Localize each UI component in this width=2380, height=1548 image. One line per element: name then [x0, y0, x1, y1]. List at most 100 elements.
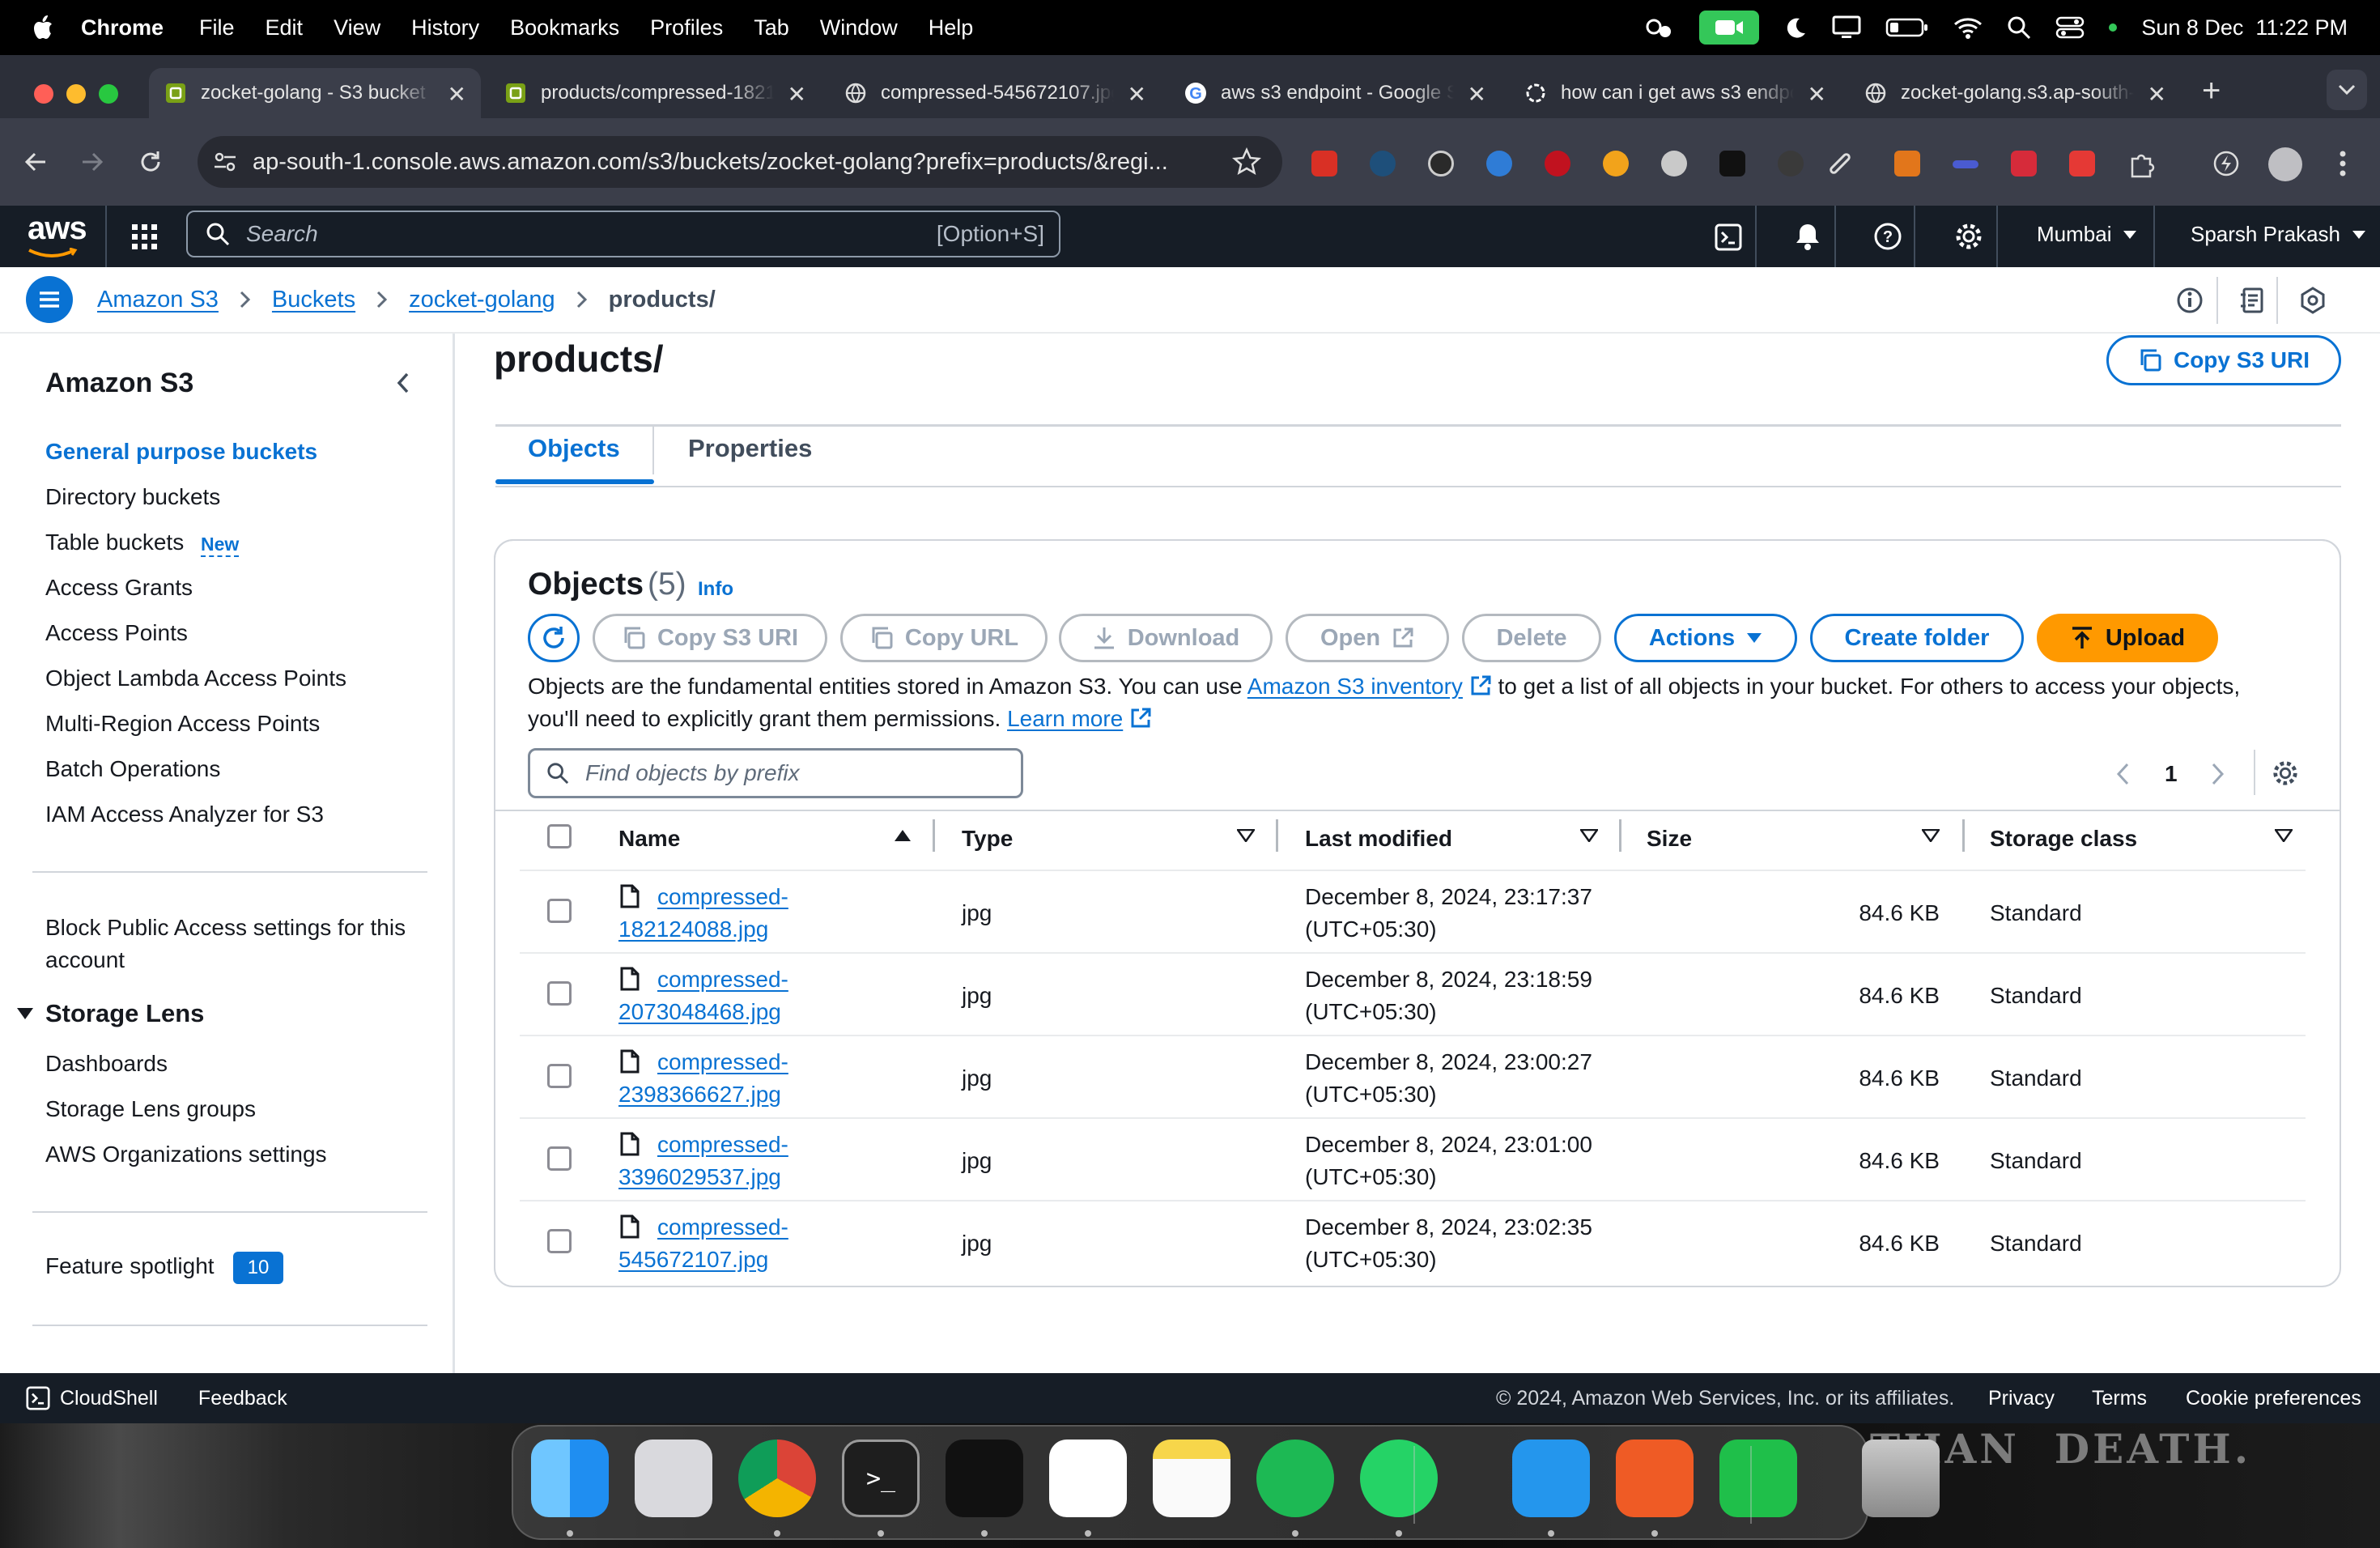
column-header-storage-class[interactable]: Storage class [1990, 826, 2137, 852]
cookie-preferences-link[interactable]: Cookie preferences [2186, 1387, 2361, 1410]
vscode-icon[interactable] [1049, 1440, 1127, 1517]
extension-color-picker-icon[interactable] [1828, 151, 1852, 176]
sort-ascending-icon[interactable] [894, 829, 912, 842]
pagination-page-number[interactable]: 1 [2165, 761, 2178, 787]
reload-icon[interactable] [136, 147, 165, 176]
pagination-previous-icon[interactable] [2116, 763, 2129, 785]
extension-s2-icon[interactable] [2069, 151, 2095, 176]
sort-caret-down-icon[interactable] [1922, 829, 1940, 842]
info-link[interactable]: Info [698, 578, 733, 601]
tab-products-compressed[interactable]: products/compressed-182124088.jpg ✕ [489, 68, 821, 118]
cursor-icon[interactable] [946, 1440, 1023, 1517]
extension-stopwatch-icon[interactable] [1603, 151, 1629, 176]
extension-metamask-icon[interactable] [1894, 151, 1920, 176]
close-icon[interactable]: ✕ [2148, 81, 2166, 108]
breadcrumb-bucket-name[interactable]: zocket-golang [409, 287, 555, 313]
row-checkbox[interactable] [547, 1146, 572, 1171]
terminal-icon[interactable]: >_ [842, 1440, 920, 1517]
tab-search-icon[interactable] [2327, 70, 2367, 110]
bookmark-star-icon[interactable] [1232, 147, 1261, 176]
privacy-link[interactable]: Privacy [1988, 1387, 2055, 1410]
bell-icon[interactable] [1794, 222, 1821, 251]
sidebar-item-batch-operations[interactable]: Batch Operations [45, 756, 220, 782]
sidebar-item-general-purpose-buckets[interactable]: General purpose buckets [45, 439, 317, 465]
s3-inventory-link[interactable]: Amazon S3 inventory [1247, 674, 1463, 699]
column-header-type[interactable]: Type [962, 826, 1013, 852]
info-icon[interactable] [2176, 287, 2204, 314]
menu-bookmarks[interactable]: Bookmarks [510, 15, 619, 40]
spotlight-search-icon[interactable] [2007, 0, 2031, 55]
extension-line-icon[interactable] [1953, 160, 1978, 168]
profile-avatar[interactable] [2268, 147, 2302, 181]
breadcrumb-amazon-s3[interactable]: Amazon S3 [97, 287, 219, 313]
row-checkbox[interactable] [547, 1064, 572, 1088]
actions-dropdown-button[interactable]: Actions [1614, 614, 1797, 662]
sidebar-item-iam-access-analyzer[interactable]: IAM Access Analyzer for S3 [45, 802, 324, 827]
sidebar-item-multi-region[interactable]: Multi-Region Access Points [45, 711, 320, 737]
refresh-button[interactable] [528, 614, 580, 662]
table-preferences-gear-icon[interactable] [2272, 759, 2299, 787]
create-folder-button[interactable]: Create folder [1810, 614, 2024, 662]
sidebar-item-object-lambda[interactable]: Object Lambda Access Points [45, 666, 346, 691]
column-header-size[interactable]: Size [1647, 826, 1692, 852]
row-checkbox[interactable] [547, 1229, 572, 1253]
sort-caret-down-icon[interactable] [2275, 829, 2293, 842]
object-name-link[interactable]: 182124088.jpg [618, 913, 768, 946]
chrome-menu-icon[interactable] [2338, 149, 2348, 178]
copy-s3-uri-header-button[interactable]: Copy S3 URI [2106, 335, 2341, 385]
hamburger-menu-icon[interactable] [26, 276, 73, 323]
row-checkbox[interactable] [547, 981, 572, 1006]
tab-properties[interactable]: Properties [688, 434, 812, 463]
delete-button[interactable]: Delete [1462, 614, 1601, 662]
chrome-icon[interactable] [738, 1440, 816, 1517]
tab-s3-bucket[interactable]: zocket-golang - S3 bucket ✕ [149, 68, 481, 118]
account-menu[interactable]: Sparsh Prakash [2191, 222, 2366, 247]
tab-objects[interactable]: Objects [528, 434, 620, 463]
pagination-next-icon[interactable] [2212, 763, 2225, 785]
launchpad-icon[interactable] [635, 1440, 712, 1517]
menu-profiles[interactable]: Profiles [650, 15, 723, 40]
extension-react-icon[interactable] [1370, 151, 1396, 176]
column-header-name[interactable]: Name [618, 826, 680, 852]
display-icon[interactable] [1832, 0, 1861, 55]
object-name-link[interactable]: 2073048468.jpg [618, 996, 781, 1028]
cloudshell-footer-button[interactable]: CloudShell [26, 1386, 158, 1410]
sidebar-item-access-points[interactable]: Access Points [45, 620, 188, 646]
object-name-link[interactable]: compressed- [657, 1211, 788, 1244]
object-name-link[interactable]: compressed- [657, 1129, 788, 1161]
new-tab-icon[interactable]: + [2202, 73, 2221, 109]
extension-octotree-icon[interactable] [1778, 151, 1804, 176]
sort-caret-down-icon[interactable] [1237, 829, 1255, 842]
help-icon[interactable]: ? [1873, 222, 1902, 251]
select-all-checkbox[interactable] [547, 824, 572, 848]
row-checkbox[interactable] [547, 899, 572, 923]
upload-button[interactable]: Upload [2037, 614, 2218, 662]
close-icon[interactable]: ✕ [1468, 81, 1486, 108]
download-button[interactable]: Download [1059, 614, 1273, 662]
extension-timer-icon[interactable] [1428, 151, 1454, 176]
settings-gear-icon[interactable] [1954, 222, 1983, 251]
services-grid-icon[interactable] [131, 223, 159, 251]
aws-search-bar[interactable]: Search [Option+S] [186, 211, 1060, 257]
docker-icon[interactable] [1512, 1440, 1590, 1517]
menu-history[interactable]: History [411, 15, 479, 40]
site-settings-icon[interactable] [212, 149, 238, 175]
camera-in-use-icon[interactable] [1699, 0, 1760, 55]
object-name-link[interactable]: compressed- [657, 881, 788, 913]
forward-icon[interactable] [78, 147, 107, 176]
object-name-link[interactable]: 3396029537.jpg [618, 1161, 781, 1193]
cloudshell-icon[interactable] [1715, 223, 1742, 251]
extension-react-devtools-icon[interactable] [1311, 151, 1337, 176]
sort-caret-down-icon[interactable] [1580, 829, 1598, 842]
aws-logo[interactable]: aws [28, 211, 87, 247]
extension-lastpass-icon[interactable] [1486, 151, 1512, 176]
menu-help[interactable]: Help [929, 15, 974, 40]
sidebar-item-dashboards[interactable]: Dashboards [45, 1051, 168, 1077]
menu-tab[interactable]: Tab [754, 15, 789, 40]
terms-link[interactable]: Terms [2092, 1387, 2147, 1410]
sidebar-item-block-public-access[interactable]: Block Public Access settings for this ac… [45, 912, 434, 976]
postman-icon[interactable] [1616, 1440, 1694, 1517]
wifi-icon[interactable] [1953, 0, 1983, 55]
extensions-puzzle-icon[interactable] [2127, 151, 2155, 178]
tab-chatgpt[interactable]: how can i get aws s3 endpoint ✕ [1509, 68, 1841, 118]
